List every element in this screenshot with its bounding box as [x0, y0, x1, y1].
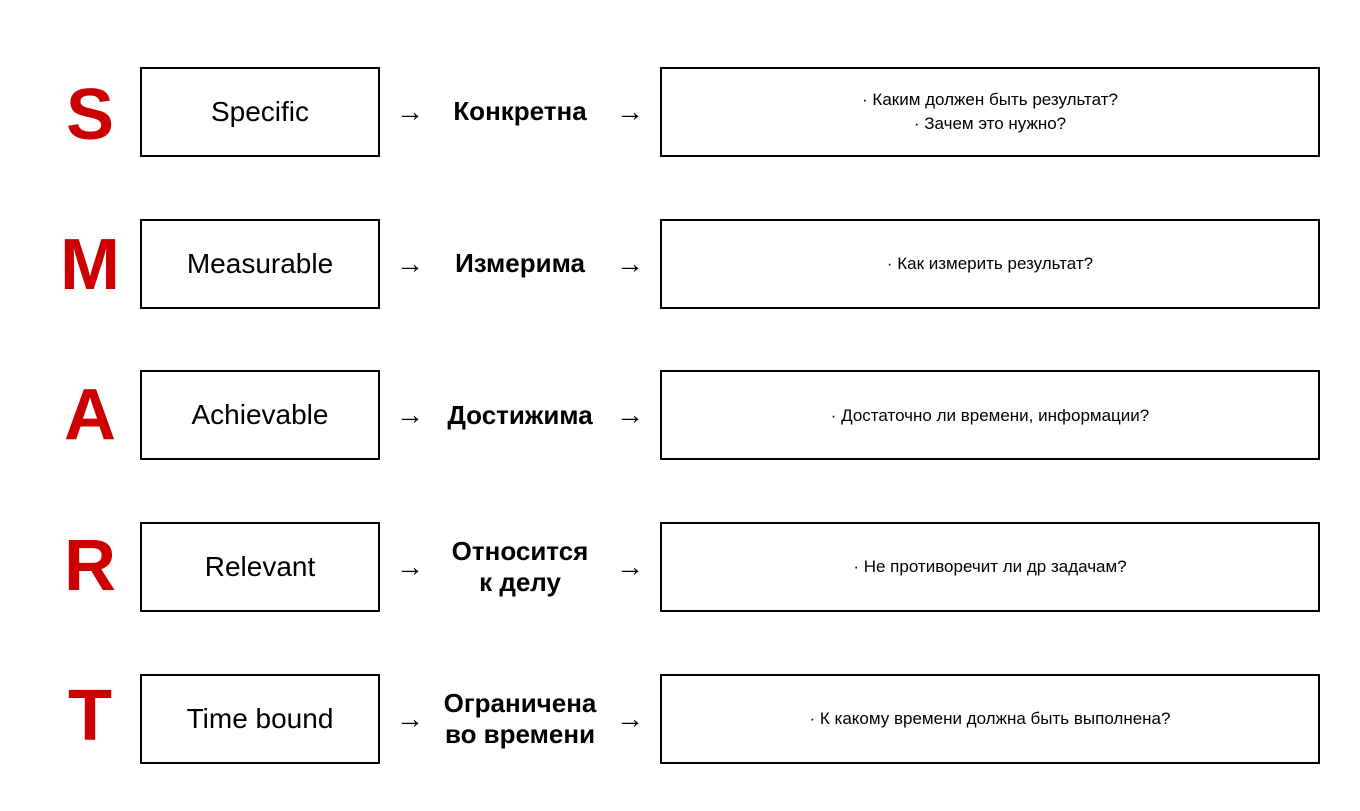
arrow2-2: → — [600, 399, 660, 431]
smart-letter-r: R — [64, 506, 116, 626]
description-box-0: · Каким должен быть результат? · Зачем э… — [660, 67, 1320, 157]
russian-word-3: Относится к делу — [440, 536, 600, 598]
english-box-0: Specific — [140, 67, 380, 157]
smart-letters: SMART — [40, 40, 140, 791]
main-content: SMART Specific→Конкретна→· Каким должен … — [40, 40, 1320, 791]
description-box-2: · Достаточно ли времени, информации? — [660, 370, 1320, 460]
arrow2-0: → — [600, 96, 660, 128]
smart-row-2: Achievable→Достижима→· Достаточно ли вре… — [140, 344, 1320, 488]
russian-word-4: Ограничена во времени — [440, 688, 600, 750]
english-box-2: Achievable — [140, 370, 380, 460]
english-box-4: Time bound — [140, 674, 380, 764]
smart-row-0: Specific→Конкретна→· Каким должен быть р… — [140, 40, 1320, 184]
smart-letter-s: S — [66, 55, 114, 175]
arrow1-4: → — [380, 703, 440, 735]
smart-row-1: Measurable→Измерима→· Как измерить резул… — [140, 192, 1320, 336]
arrow1-1: → — [380, 248, 440, 280]
russian-word-2: Достижима — [440, 400, 600, 431]
arrow2-3: → — [600, 551, 660, 583]
description-box-4: · К какому времени должна быть выполнена… — [660, 674, 1320, 764]
smart-letter-a: A — [64, 355, 116, 475]
smart-letter-t: T — [68, 656, 112, 776]
english-box-1: Measurable — [140, 219, 380, 309]
rows-container: Specific→Конкретна→· Каким должен быть р… — [140, 40, 1320, 791]
russian-word-1: Измерима — [440, 248, 600, 279]
russian-word-0: Конкретна — [440, 96, 600, 127]
arrow2-4: → — [600, 703, 660, 735]
english-box-3: Relevant — [140, 522, 380, 612]
arrow1-3: → — [380, 551, 440, 583]
description-box-1: · Как измерить результат? — [660, 219, 1320, 309]
smart-letter-m: M — [60, 205, 120, 325]
smart-row-4: Time bound→Ограничена во времени→· К как… — [140, 647, 1320, 791]
arrow1-0: → — [380, 96, 440, 128]
arrow1-2: → — [380, 399, 440, 431]
arrow2-1: → — [600, 248, 660, 280]
description-box-3: · Не противоречит ли др задачам? — [660, 522, 1320, 612]
smart-row-3: Relevant→Относится к делу→· Не противоре… — [140, 495, 1320, 639]
page: SMART Specific→Конкретна→· Каким должен … — [0, 0, 1360, 811]
